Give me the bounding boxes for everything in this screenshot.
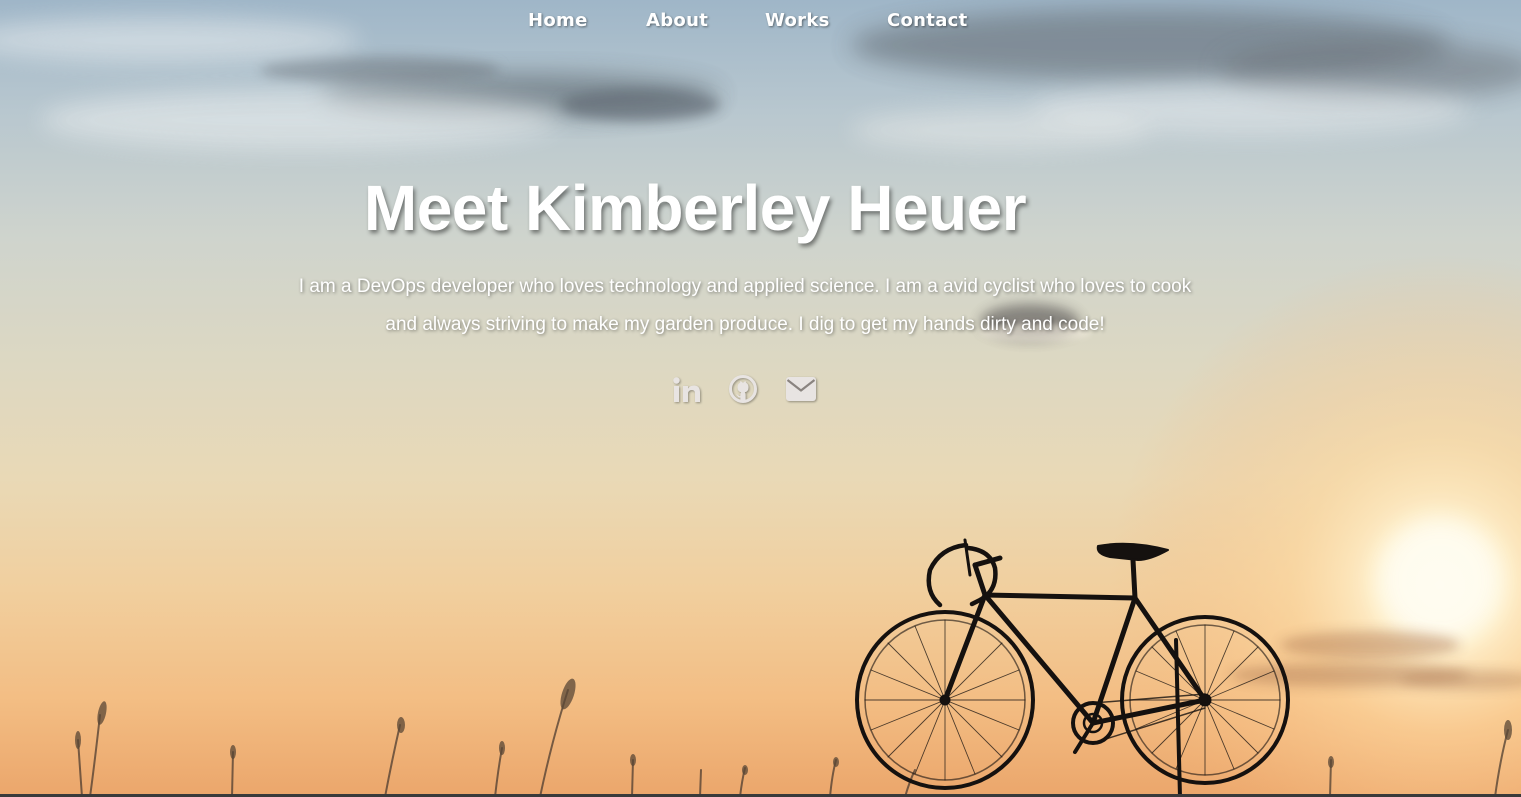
hero-title: Meet Kimberley Heuer bbox=[363, 172, 1027, 244]
nav-link-about[interactable]: About bbox=[646, 8, 708, 34]
hero-section: Home About Works Contact Meet Kimberley … bbox=[0, 0, 1521, 797]
email-link[interactable] bbox=[785, 376, 817, 410]
top-navigation: Home About Works Contact bbox=[0, 8, 1521, 34]
github-icon bbox=[729, 375, 757, 403]
nav-link-home[interactable]: Home bbox=[528, 8, 588, 34]
social-links bbox=[668, 372, 828, 408]
envelope-icon bbox=[786, 377, 816, 401]
nav-link-works[interactable]: Works bbox=[765, 8, 830, 34]
nav-link-contact[interactable]: Contact bbox=[887, 8, 968, 34]
hero-bio: I am a DevOps developer who loves techno… bbox=[298, 276, 1192, 335]
linkedin-icon bbox=[673, 377, 700, 402]
linkedin-link[interactable] bbox=[672, 376, 702, 410]
github-link[interactable] bbox=[728, 374, 758, 408]
